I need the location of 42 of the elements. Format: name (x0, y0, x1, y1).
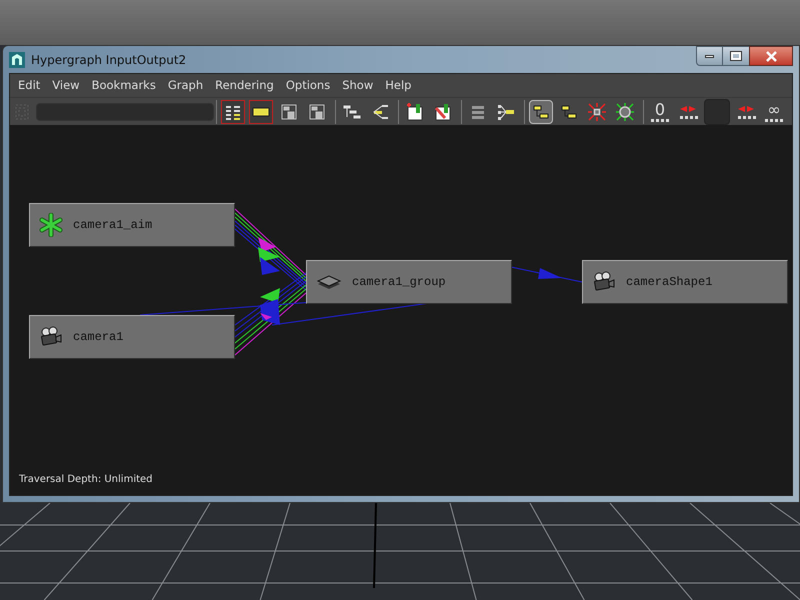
menu-item[interactable]: Options (282, 76, 334, 94)
graph-node[interactable]: camera1 (29, 315, 235, 359)
window-title: Hypergraph InputOutput2 (31, 52, 186, 68)
menu-item[interactable]: Bookmarks (88, 76, 160, 94)
arrowhead-cluster (258, 237, 280, 275)
menu-item[interactable]: View (48, 76, 84, 94)
connection-arrow (510, 266, 582, 282)
name-field[interactable] (36, 102, 214, 120)
arrows-out-icon (615, 102, 635, 122)
app-logo-icon (9, 52, 25, 68)
traversal-depth-label: Traversal Depth: Unlimited (19, 473, 153, 487)
bookmark-add-icon (405, 102, 425, 122)
graph-node[interactable]: camera1_group (306, 260, 512, 304)
steps-tool-button[interactable] (529, 100, 553, 124)
tree-icon (279, 102, 299, 122)
node-label: camera1_aim (73, 217, 152, 234)
menu-item[interactable]: Help (381, 76, 416, 94)
maximize-button[interactable] (723, 46, 749, 66)
movie-camera-icon (39, 326, 63, 348)
bookmark-edit-icon (433, 102, 453, 122)
depth-button[interactable]: 0 (648, 100, 672, 124)
stacked-plane-icon (316, 273, 342, 291)
depth-button[interactable]: ∞ (762, 100, 786, 124)
frame-tool-button[interactable] (249, 100, 273, 124)
menu-item[interactable]: Graph (164, 76, 208, 94)
node-label: cameraShape1 (626, 274, 712, 291)
arrowhead-cluster (260, 288, 280, 325)
node-label: camera1 (73, 329, 124, 346)
menu-item[interactable]: Edit (14, 76, 44, 94)
graph-node[interactable]: cameraShape1 (582, 260, 788, 304)
close-button[interactable] (749, 46, 793, 66)
frame-tool-button[interactable] (221, 100, 245, 124)
menu-item[interactable]: Show (338, 76, 378, 94)
menu-item[interactable]: Rendering (211, 76, 278, 94)
tree-icon (307, 102, 327, 122)
arrows-in-icon (587, 102, 607, 122)
minimize-button[interactable] (696, 46, 723, 66)
close-icon (766, 50, 776, 62)
asterisk-icon (39, 213, 63, 237)
graph-node[interactable]: camera1_aim (29, 203, 235, 247)
node-label: camera1_group (352, 274, 446, 291)
movie-camera-icon (592, 271, 616, 293)
